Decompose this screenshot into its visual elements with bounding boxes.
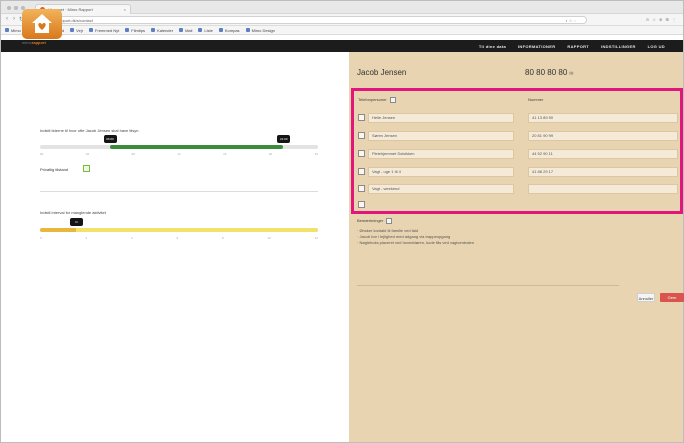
house-heart-icon xyxy=(32,14,52,33)
time-range-slider[interactable] xyxy=(40,145,318,149)
row-checkbox[interactable] xyxy=(358,168,365,175)
person-phone: 80 80 80 80 ✉ xyxy=(525,68,574,77)
divider xyxy=(40,191,318,192)
row-checkbox[interactable] xyxy=(358,132,365,139)
contact-row: Vagt - weekend xyxy=(358,184,678,194)
contact-name-field[interactable]: Pleiehjemmet Solsikken xyxy=(368,149,514,159)
contact-row: Vagt - uge 1 til 4 41 88 29 17 xyxy=(358,167,678,177)
browser-toolbar-icons[interactable]: ⊙ ☆ ⊕ ⊞ ⋮ xyxy=(646,17,677,22)
app-logo[interactable] xyxy=(22,9,62,39)
privacy-checkbox[interactable] xyxy=(83,165,90,172)
inactivity-handle[interactable]: 3 t xyxy=(70,218,84,226)
contact-name-field[interactable]: Helle Jensen xyxy=(368,113,514,123)
bookmark-icon xyxy=(5,28,9,32)
contact-row: Helle Jensen 41 13 89 90 xyxy=(358,113,678,123)
edit-checkbox[interactable] xyxy=(389,97,396,103)
nav-item-data[interactable]: Til dine data xyxy=(479,44,506,49)
address-bar[interactable]: ●www.mimorapport.dk/s/contact ◐ ☆ ◌ xyxy=(27,16,587,24)
row-checkbox[interactable] xyxy=(358,201,365,208)
nav-item-logout[interactable]: LOG UD xyxy=(648,44,665,49)
slider2-ticks: 0 2 4 6 8 10 12 xyxy=(40,236,318,240)
notes-edit-checkbox[interactable] xyxy=(386,218,393,224)
inactivity-fill xyxy=(40,228,318,232)
row-checkbox[interactable] xyxy=(358,185,365,192)
contact-name-field[interactable]: Søren Jensen xyxy=(368,131,514,141)
slider2-label: Indstil interval for manglende aktivitet xyxy=(40,210,106,215)
address-actions[interactable]: ◐ ☆ ◌ xyxy=(565,17,576,24)
settings-pane xyxy=(1,52,349,442)
bookmark-item[interactable]: Kompas xyxy=(218,28,240,33)
note-line: · Nøgleboks placeret ved hoveddøren, kod… xyxy=(357,240,474,245)
logo-text: mimorapport xyxy=(22,40,46,45)
slider1-label: Indstil tiderne til hvor ofte Jacob Jens… xyxy=(40,128,139,133)
bookmark-icon xyxy=(125,28,130,32)
notes-text[interactable]: · Ønsker kontakt til familie ved fald · … xyxy=(357,228,617,284)
cancel-button[interactable]: Annuller xyxy=(637,293,655,302)
slider1-ticks: 00 04 08 12 16 20 24 xyxy=(40,152,318,156)
privacy-label: Privatlig tilstand xyxy=(40,167,69,172)
bookmark-icon xyxy=(151,28,156,32)
app-navbar: Til dine data INFORMATIONER RAPPORT INDS… xyxy=(1,40,683,52)
nav-item-informationer[interactable]: INFORMATIONER xyxy=(518,44,555,49)
window-controls[interactable] xyxy=(7,6,25,10)
contacts-header: Telefonpersoner xyxy=(358,97,396,103)
contact-number-field[interactable]: 41 88 29 17 xyxy=(528,167,678,177)
contact-number-field[interactable]: 20 81 90 99 xyxy=(528,131,678,141)
bookmark-item[interactable]: Mimo Design xyxy=(245,28,275,33)
bookmark-icon xyxy=(179,28,184,32)
contact-number-field[interactable]: 44 52 90 11 xyxy=(528,149,678,159)
bookmark-icon xyxy=(89,28,94,32)
bookmark-item[interactable]: Kalender xyxy=(151,28,173,33)
nav-item-indstillinger[interactable]: INDSTILLINGER xyxy=(601,44,636,49)
bookmark-icon xyxy=(198,28,203,32)
bookmark-icon xyxy=(70,28,75,32)
slider-handle-end[interactable]: 21:00 xyxy=(277,135,291,143)
browser-urlbar: ‹ › ↻ ●www.mimorapport.dk/s/contact ◐ ☆ … xyxy=(1,14,683,26)
bookmark-item[interactable]: Fremmed Nyt xyxy=(89,28,119,33)
save-button[interactable]: Gem xyxy=(660,293,684,302)
row-checkbox[interactable] xyxy=(358,114,365,121)
bookmark-item[interactable]: Mail xyxy=(179,28,192,33)
notes-header: Bemærkninger xyxy=(357,218,393,224)
time-range-fill xyxy=(109,145,284,149)
slider-handle-start[interactable]: 06:00 xyxy=(103,135,117,143)
nav-item-rapport[interactable]: RAPPORT xyxy=(567,44,589,49)
bookmark-item[interactable]: Vejr xyxy=(70,28,83,33)
person-name: Jacob Jensen xyxy=(357,68,407,77)
inactivity-slider[interactable] xyxy=(40,228,318,232)
contact-row xyxy=(358,200,368,210)
bookmark-icon xyxy=(218,28,223,32)
bookmarks-bar: Mimo Rapport Sundhed Vejr Fremmed Nyt Fi… xyxy=(1,26,683,35)
bookmark-item[interactable]: Filmtips xyxy=(125,28,145,33)
bookmark-icon xyxy=(245,28,250,32)
contact-row: Pleiehjemmet Solsikken 44 52 90 11 xyxy=(358,149,678,159)
tab-close-icon[interactable]: × xyxy=(124,7,126,12)
contact-number-field[interactable] xyxy=(528,184,678,194)
notes-divider xyxy=(357,285,619,286)
envelope-icon[interactable]: ✉ xyxy=(569,71,573,77)
bookmark-item[interactable]: Liste xyxy=(198,28,213,33)
browser-tabbar: Hjemmet · Mimo Rapport × xyxy=(1,1,683,14)
row-checkbox[interactable] xyxy=(358,150,365,157)
contact-number-field[interactable]: 41 13 89 90 xyxy=(528,113,678,123)
contact-name-field[interactable]: Vagt - uge 1 til 4 xyxy=(368,167,514,177)
forward-arrow-icon[interactable]: › xyxy=(13,16,15,22)
number-header: Nummer xyxy=(528,97,544,102)
back-arrow-icon[interactable]: ‹ xyxy=(6,16,8,22)
contact-row: Søren Jensen 20 81 90 99 xyxy=(358,131,678,141)
contact-name-field[interactable]: Vagt - weekend xyxy=(368,184,514,194)
